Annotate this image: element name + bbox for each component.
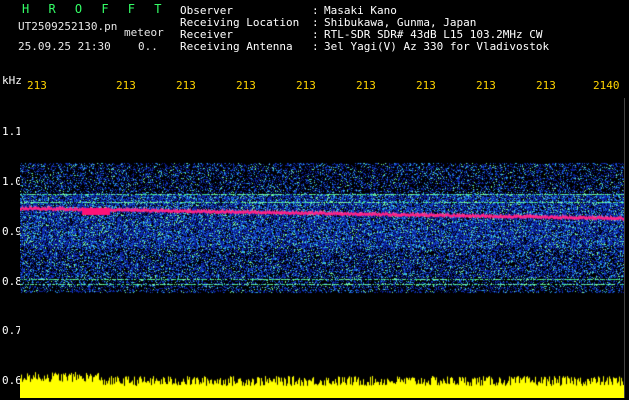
meta-colon: :: [312, 40, 319, 53]
meta-row-antenna: Receiving Antenna:3el Yagi(V) Az 330 for…: [180, 41, 549, 53]
x-tick-label: 213: [116, 79, 136, 92]
app-title: H R O F F T: [22, 2, 168, 16]
x-tick-label: 213: [536, 79, 556, 92]
filename: UT2509252130.pn: [18, 20, 118, 33]
meta-label: Receiving Antenna: [180, 40, 293, 53]
y-tick-label: 0.9: [2, 225, 22, 238]
metadata-panel: Observer: Masaki Kano Receiving Location:…: [180, 5, 549, 53]
spectrogram: [20, 98, 624, 398]
x-tick-label: 213: [416, 79, 436, 92]
y-axis-unit: kHz: [2, 74, 22, 87]
x-tick-label: 213: [296, 79, 316, 92]
status-flag: 0..: [138, 40, 158, 53]
meta-value: 3el Yagi(V) Az 330 for Vladivostok: [324, 40, 550, 53]
datetime: 25.09.25 21:30: [18, 40, 111, 53]
y-tick-label: 0.7: [2, 324, 22, 337]
x-tick-label: 213: [476, 79, 496, 92]
y-tick-label: 1.0: [2, 175, 22, 188]
plot-right-border: [624, 98, 625, 398]
tag-label: meteor: [124, 26, 164, 39]
y-tick-label: 0.8: [2, 275, 22, 288]
y-tick-label: 0.6: [2, 374, 22, 387]
x-tick-label: 213: [176, 79, 196, 92]
y-tick-label: 1.1: [2, 125, 22, 138]
x-tick-label: 213: [356, 79, 376, 92]
x-tick-label: 2140: [593, 79, 620, 92]
x-tick-label: 213: [236, 79, 256, 92]
x-tick-label: 213: [27, 79, 47, 92]
